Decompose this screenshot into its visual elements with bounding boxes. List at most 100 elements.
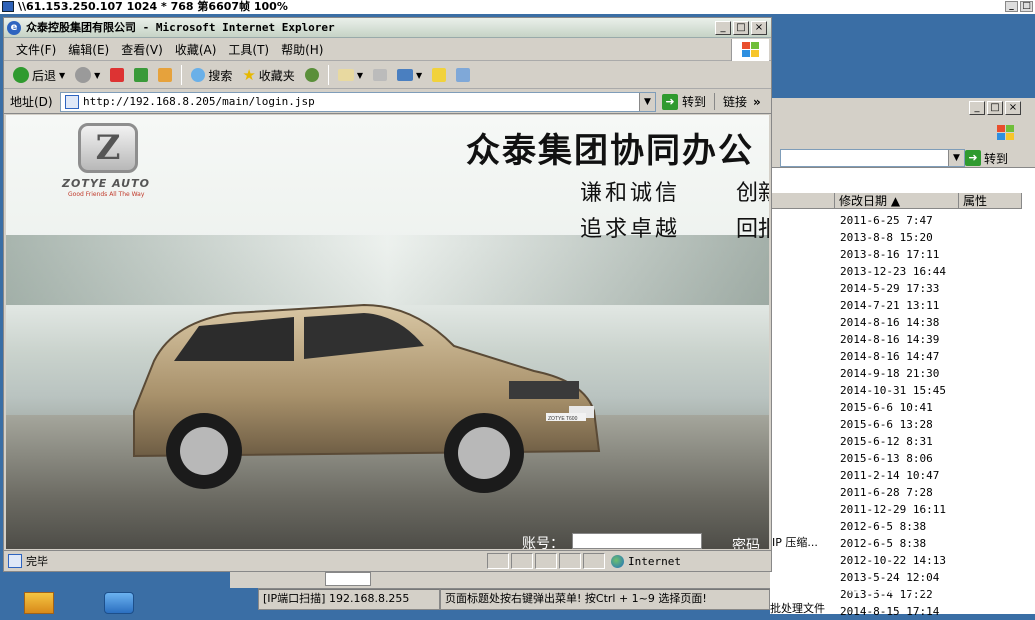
modified-date-column: 2011-6-25 7:47 2013-8-8 15:20 2013-8-16 17… — [840, 212, 962, 620]
refresh-button[interactable] — [131, 64, 151, 86]
list-item[interactable]: 2011-6-28 7:28 — [840, 484, 962, 501]
discuss-button[interactable] — [429, 64, 449, 86]
address-url[interactable]: http://192.168.8.205/main/login.jsp — [83, 95, 315, 108]
print-button[interactable] — [370, 64, 390, 86]
chevron-down-icon[interactable]: ▼ — [59, 71, 65, 80]
toolbar-divider — [181, 65, 183, 85]
suv-car-image: ZOTYE T600 — [133, 303, 601, 493]
background-window-titlebar: _ □ × — [770, 98, 1035, 118]
stop-button[interactable] — [107, 64, 127, 86]
ie-window-title: 众泰控股集团有限公司 - Microsoft Internet Explorer — [26, 21, 335, 34]
page-icon — [65, 94, 79, 109]
ie-addressbar: 地址(D) http://192.168.8.205/main/login.js… — [4, 90, 771, 114]
list-item[interactable]: 2014-8-16 14:39 — [840, 331, 962, 348]
list-item[interactable]: 2012-6-5 8:38 — [840, 518, 962, 535]
column-header-modified[interactable]: 修改日期 ▲ — [835, 193, 959, 208]
list-item[interactable]: 2014-9-18 21:30 — [840, 365, 962, 382]
minimize-button[interactable]: _ — [1005, 1, 1018, 12]
list-item[interactable]: 2013-8-8 15:20 — [840, 229, 962, 246]
chevron-down-icon[interactable]: ▼ — [94, 71, 100, 80]
list-item[interactable]: 2014-7-21 13:11 — [840, 297, 962, 314]
page-headline: 众泰集团协同办公 — [466, 131, 754, 171]
home-button[interactable] — [155, 64, 175, 86]
address-label: 地址(D) — [10, 95, 53, 109]
watermark-text: www.wooyun.org — [828, 574, 1013, 598]
note-icon — [432, 68, 447, 82]
list-item[interactable]: 2011-6-25 7:47 — [840, 212, 962, 229]
chevron-down-icon[interactable]: ▼ — [639, 92, 655, 111]
menu-tools[interactable]: 工具(T) — [222, 39, 275, 61]
back-button[interactable]: 后退 ▼ — [10, 64, 68, 86]
account-label: 账号： — [522, 536, 564, 549]
remote-desktop-title: \\61.153.250.107 1024 * 768 第6607帧 100% — [18, 0, 288, 13]
list-item[interactable]: 2011-12-29 16:11 — [840, 501, 962, 518]
ie-toolbar: 后退 ▼ ▼ 搜索 ★ 收藏夹 ▼ ▼ — [4, 62, 771, 89]
messenger-button[interactable] — [453, 64, 473, 86]
motto-line: 谦和诚信 — [580, 181, 681, 206]
edit-button[interactable]: ▼ — [394, 64, 425, 86]
chevron-down-icon[interactable]: ▼ — [948, 150, 964, 166]
address-input[interactable]: http://192.168.8.205/main/login.jsp ▼ — [60, 91, 656, 112]
list-item[interactable]: 2014-8-16 14:38 — [840, 314, 962, 331]
background-panel — [230, 570, 770, 588]
scan-status-ip: [IP端口扫描] 192.168.8.255 — [258, 589, 440, 610]
list-item[interactable]: 2011-2-14 10:47 — [840, 467, 962, 484]
close-button[interactable]: × — [1005, 101, 1021, 115]
arrow-right-icon: ➜ — [965, 150, 981, 166]
forward-button[interactable]: ▼ — [72, 64, 103, 86]
list-item[interactable]: 2012-10-22 14:13 — [840, 552, 962, 569]
minimize-button[interactable]: _ — [969, 101, 985, 115]
list-item[interactable]: 2013-12-23 16:44 — [840, 263, 962, 280]
forward-arrow-icon — [75, 67, 92, 83]
column-header-name[interactable] — [770, 193, 835, 208]
brand-name: ZOTYE AUTO — [62, 177, 150, 190]
chevron-down-icon[interactable]: ▼ — [357, 71, 363, 80]
menu-view[interactable]: 查看(V) — [115, 39, 169, 61]
favorites-button[interactable]: ★ 收藏夹 — [239, 64, 297, 86]
list-item[interactable]: 2014-8-16 14:47 — [840, 348, 962, 365]
menu-edit[interactable]: 编辑(E) — [62, 39, 115, 61]
background-go-button[interactable]: ➜ 转到 — [965, 149, 1008, 167]
menu-favorites[interactable]: 收藏(A) — [169, 39, 223, 61]
list-item[interactable]: 2015-6-13 8:06 — [840, 450, 962, 467]
background-field[interactable] — [325, 572, 371, 586]
list-item[interactable]: 2014-5-29 17:33 — [840, 280, 962, 297]
history-icon — [304, 68, 319, 82]
search-button[interactable]: 搜索 — [188, 64, 235, 86]
remote-desktop-titlebar: \\61.153.250.107 1024 * 768 第6607帧 100% … — [0, 0, 1035, 14]
scan-status-hint: 页面标题处按右键弹出菜单! 按Ctrl + 1~9 选择页面! — [440, 589, 770, 610]
list-item[interactable]: 2013-8-16 17:11 — [840, 246, 962, 263]
brand-slogan: Good Friends All The Way — [68, 191, 145, 198]
back-arrow-icon — [13, 67, 29, 83]
password-label: 密码 — [732, 538, 760, 549]
toolbar-divider — [327, 65, 329, 85]
list-item[interactable]: 2015-6-6 10:41 — [840, 399, 962, 416]
home-icon — [158, 68, 173, 82]
page-content: Z ZOTYE AUTO Good Friends All The Way 众泰… — [6, 115, 769, 549]
mail-button[interactable]: ▼ — [335, 64, 366, 86]
go-button[interactable]: ➜ 转到 — [662, 93, 706, 110]
maximize-button[interactable]: □ — [987, 101, 1003, 115]
background-address-combo[interactable]: ▼ — [780, 149, 965, 167]
minimize-button[interactable]: _ — [715, 21, 731, 35]
star-icon: ★ — [242, 66, 256, 84]
list-item[interactable]: 2015-6-12 8:31 — [840, 433, 962, 450]
close-button[interactable]: × — [751, 21, 767, 35]
desktop-folder-icon[interactable] — [24, 592, 54, 614]
chevron-down-icon[interactable]: ▼ — [416, 71, 422, 80]
links-button[interactable]: 链接» — [714, 93, 761, 110]
desktop-computer-icon[interactable] — [104, 592, 134, 614]
list-item[interactable]: 2014-10-31 15:45 — [840, 382, 962, 399]
ie-menubar: 文件(F) 编辑(E) 查看(V) 收藏(A) 工具(T) 帮助(H) — [4, 39, 771, 61]
menu-help[interactable]: 帮助(H) — [275, 39, 329, 61]
account-input[interactable] — [572, 533, 702, 549]
history-button[interactable] — [302, 64, 322, 86]
list-item[interactable]: 2014-8-15 17:14 — [840, 603, 962, 620]
list-item[interactable]: 2015-6-6 13:28 — [840, 416, 962, 433]
maximize-button[interactable]: □ — [1020, 1, 1033, 12]
internet-explorer-window: e 众泰控股集团有限公司 - Microsoft Internet Explor… — [3, 17, 772, 572]
list-item[interactable]: 2012-6-5 8:38 — [840, 535, 962, 552]
column-header-attributes[interactable]: 属性 — [959, 193, 1022, 208]
menu-file[interactable]: 文件(F) — [10, 39, 62, 61]
maximize-button[interactable]: □ — [733, 21, 749, 35]
